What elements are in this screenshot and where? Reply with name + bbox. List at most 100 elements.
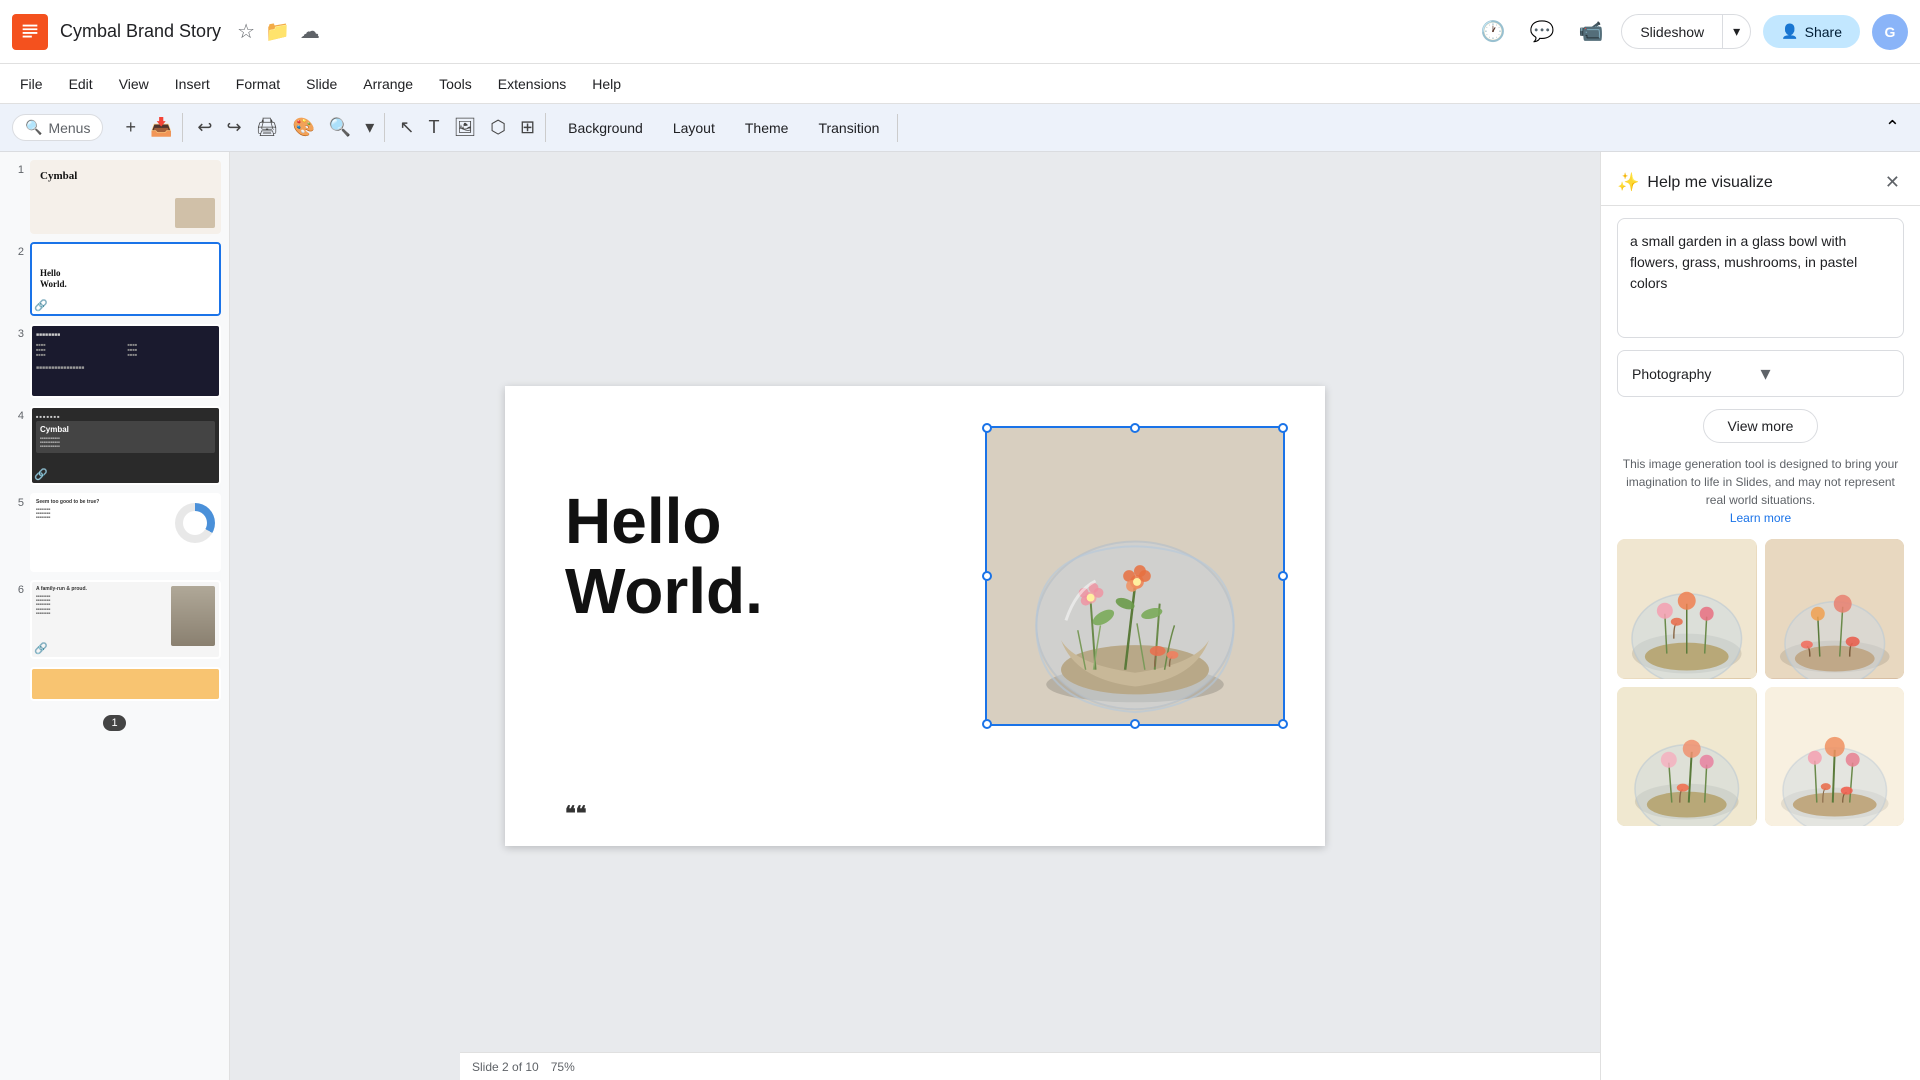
handle-top-right[interactable]: [1278, 423, 1288, 433]
slide-thumb-7[interactable]: [30, 667, 221, 701]
slide-thumb-2[interactable]: HelloWorld. 🔗: [30, 242, 221, 316]
linked-icon-6: 🔗: [34, 642, 48, 655]
slide-thumb-4[interactable]: ■ ■ ■ ■ ■ ■ ■ Cymbal ■■■■■■■■■■■■■■■■■■■…: [30, 406, 221, 485]
handle-bottom-middle[interactable]: [1130, 719, 1140, 729]
slideshow-dropdown-button[interactable]: ▾: [1722, 15, 1750, 48]
zoom-arrow[interactable]: ▾: [359, 113, 380, 142]
meet-button[interactable]: 📹: [1572, 13, 1609, 50]
history-button[interactable]: 🕐: [1475, 13, 1512, 50]
menu-file[interactable]: File: [8, 72, 55, 96]
text-tool[interactable]: T: [422, 113, 445, 142]
slideshow-main-button[interactable]: Slideshow: [1622, 16, 1722, 48]
slide-number-4: 4: [8, 410, 24, 422]
background-button[interactable]: Background: [554, 114, 657, 142]
toolbar-group-add: + 📥: [115, 113, 183, 142]
grid-image-3[interactable]: [1617, 687, 1757, 827]
cloud-icon[interactable]: ☁: [300, 19, 320, 44]
handle-middle-left[interactable]: [982, 571, 992, 581]
toolbar-group-undoredo: ↩ ↪ 🖨 🎨 🔍 ▾: [187, 113, 385, 142]
undo-button[interactable]: ↩: [191, 113, 218, 142]
menu-help[interactable]: Help: [580, 72, 633, 96]
view-more-button[interactable]: View more: [1703, 409, 1819, 443]
toolbar-group-tools: ↖ T 🖼 ⬡ ⊞: [389, 113, 546, 142]
handle-top-left[interactable]: [982, 423, 992, 433]
style-label: Photography: [1632, 366, 1761, 382]
menu-format[interactable]: Format: [224, 72, 292, 96]
redo-button[interactable]: ↪: [221, 113, 248, 142]
slide-image[interactable]: [985, 426, 1285, 726]
slide-text-line2: World.: [565, 556, 763, 626]
panel-title: Help me visualize: [1647, 174, 1880, 192]
handle-middle-right[interactable]: [1278, 571, 1288, 581]
paint-format-button[interactable]: 🎨: [286, 113, 320, 142]
select-tool[interactable]: ↖: [393, 113, 420, 142]
menu-slide[interactable]: Slide: [294, 72, 349, 96]
linked-icon-2: 🔗: [34, 299, 48, 312]
slide-item-7[interactable]: [8, 667, 221, 701]
comments-button[interactable]: 💬: [1524, 13, 1561, 50]
layout-button[interactable]: Layout: [659, 114, 729, 142]
grid-image-1[interactable]: [1617, 539, 1757, 679]
slide-item-6[interactable]: 6 A family-run & proud. ■■■■■■■■■■■■■■■■…: [8, 580, 221, 659]
linked-icon-4: 🔗: [34, 468, 48, 481]
add-button[interactable]: +: [119, 113, 142, 142]
slide-thumb-6[interactable]: A family-run & proud. ■■■■■■■■■■■■■■■■■■…: [30, 580, 221, 659]
slide-thumb-5[interactable]: Seem too good to be true? ■■■■■■■■■■■■■■…: [30, 493, 221, 572]
toolbar: 🔍 Menus + 📥 ↩ ↪ 🖨 🎨 🔍 ▾ ↖ T 🖼 ⬡ ⊞ Backgr…: [0, 104, 1920, 152]
zoom-level: 75%: [551, 1060, 575, 1074]
import-button[interactable]: 📥: [144, 113, 178, 142]
slide-item-5[interactable]: 5 Seem too good to be true? ■■■■■■■■■■■■…: [8, 493, 221, 572]
search-menus[interactable]: 🔍 Menus: [12, 114, 103, 141]
theme-button[interactable]: Theme: [731, 114, 803, 142]
disclaimer-text: This image generation tool is designed t…: [1617, 455, 1904, 527]
handle-top-middle[interactable]: [1130, 423, 1140, 433]
slide-counter: Slide 2 of 10: [472, 1060, 539, 1074]
user-avatar[interactable]: G: [1872, 14, 1908, 50]
transition-button[interactable]: Transition: [804, 114, 893, 142]
doc-title: Cymbal Brand Story: [60, 21, 221, 42]
share-label: Share: [1805, 24, 1842, 40]
handle-bottom-right[interactable]: [1278, 719, 1288, 729]
slide-item-2[interactable]: 2 HelloWorld. 🔗: [8, 242, 221, 316]
slides-panel: 1 Cymbal 2 HelloWorld. 🔗 3: [0, 152, 230, 1080]
disclaimer-content: This image generation tool is designed t…: [1623, 457, 1899, 507]
shapes-tool[interactable]: ⬡: [484, 113, 512, 142]
slide-number-6: 6: [8, 584, 24, 596]
menu-view[interactable]: View: [107, 72, 161, 96]
menu-extensions[interactable]: Extensions: [486, 72, 578, 96]
main-area: 1 Cymbal 2 HelloWorld. 🔗 3: [0, 152, 1920, 1080]
toolbar-collapse-button[interactable]: ⌃: [1877, 113, 1908, 142]
slide-thumb-3[interactable]: ■■■■■■■■ ■■■■■■■■■■■■ ■■■■■■■■■■■■ ■■■■■…: [30, 324, 221, 398]
zoom-button[interactable]: 🔍: [323, 113, 357, 142]
menus-label: Menus: [48, 120, 90, 136]
slide-item-3[interactable]: 3 ■■■■■■■■ ■■■■■■■■■■■■ ■■■■■■■■■■■■ ■■■…: [8, 324, 221, 398]
star-icon[interactable]: ☆: [237, 19, 255, 44]
image-grid: [1617, 539, 1904, 826]
grid-image-4[interactable]: [1765, 687, 1905, 827]
share-icon: 👤: [1781, 23, 1798, 40]
slide-item-1[interactable]: 1 Cymbal: [8, 160, 221, 234]
print-button[interactable]: 🖨: [250, 113, 285, 142]
style-dropdown[interactable]: Photography ▾: [1617, 350, 1904, 397]
menu-insert[interactable]: Insert: [163, 72, 222, 96]
handle-bottom-left[interactable]: [982, 719, 992, 729]
slide-item-4[interactable]: 4 ■ ■ ■ ■ ■ ■ ■ Cymbal ■■■■■■■■■■■■■■■■■…: [8, 406, 221, 485]
prompt-textarea[interactable]: a small garden in a glass bowl with flow…: [1617, 218, 1904, 338]
share-button[interactable]: 👤 Share: [1763, 15, 1860, 48]
line-tool[interactable]: ⊞: [514, 113, 541, 142]
menu-edit[interactable]: Edit: [57, 72, 105, 96]
image-tool[interactable]: 🖼: [447, 113, 482, 142]
menu-arrange[interactable]: Arrange: [351, 72, 425, 96]
learn-more-link[interactable]: Learn more: [1730, 511, 1791, 525]
app-logo: [12, 14, 48, 50]
slide-main-text[interactable]: Hello World.: [565, 486, 763, 627]
slide-canvas[interactable]: Hello World.: [505, 386, 1325, 846]
folder-icon[interactable]: 📁: [265, 19, 290, 44]
slide-thumb-1[interactable]: Cymbal: [30, 160, 221, 234]
slideshow-button-group: Slideshow ▾: [1621, 14, 1751, 49]
grid-image-2[interactable]: [1765, 539, 1905, 679]
menu-tools[interactable]: Tools: [427, 72, 484, 96]
top-right-actions: 🕐 💬 📹 Slideshow ▾ 👤 Share G: [1475, 13, 1908, 50]
toolbar-group-layout: Background Layout Theme Transition: [550, 114, 898, 142]
panel-close-button[interactable]: ✕: [1881, 168, 1904, 197]
